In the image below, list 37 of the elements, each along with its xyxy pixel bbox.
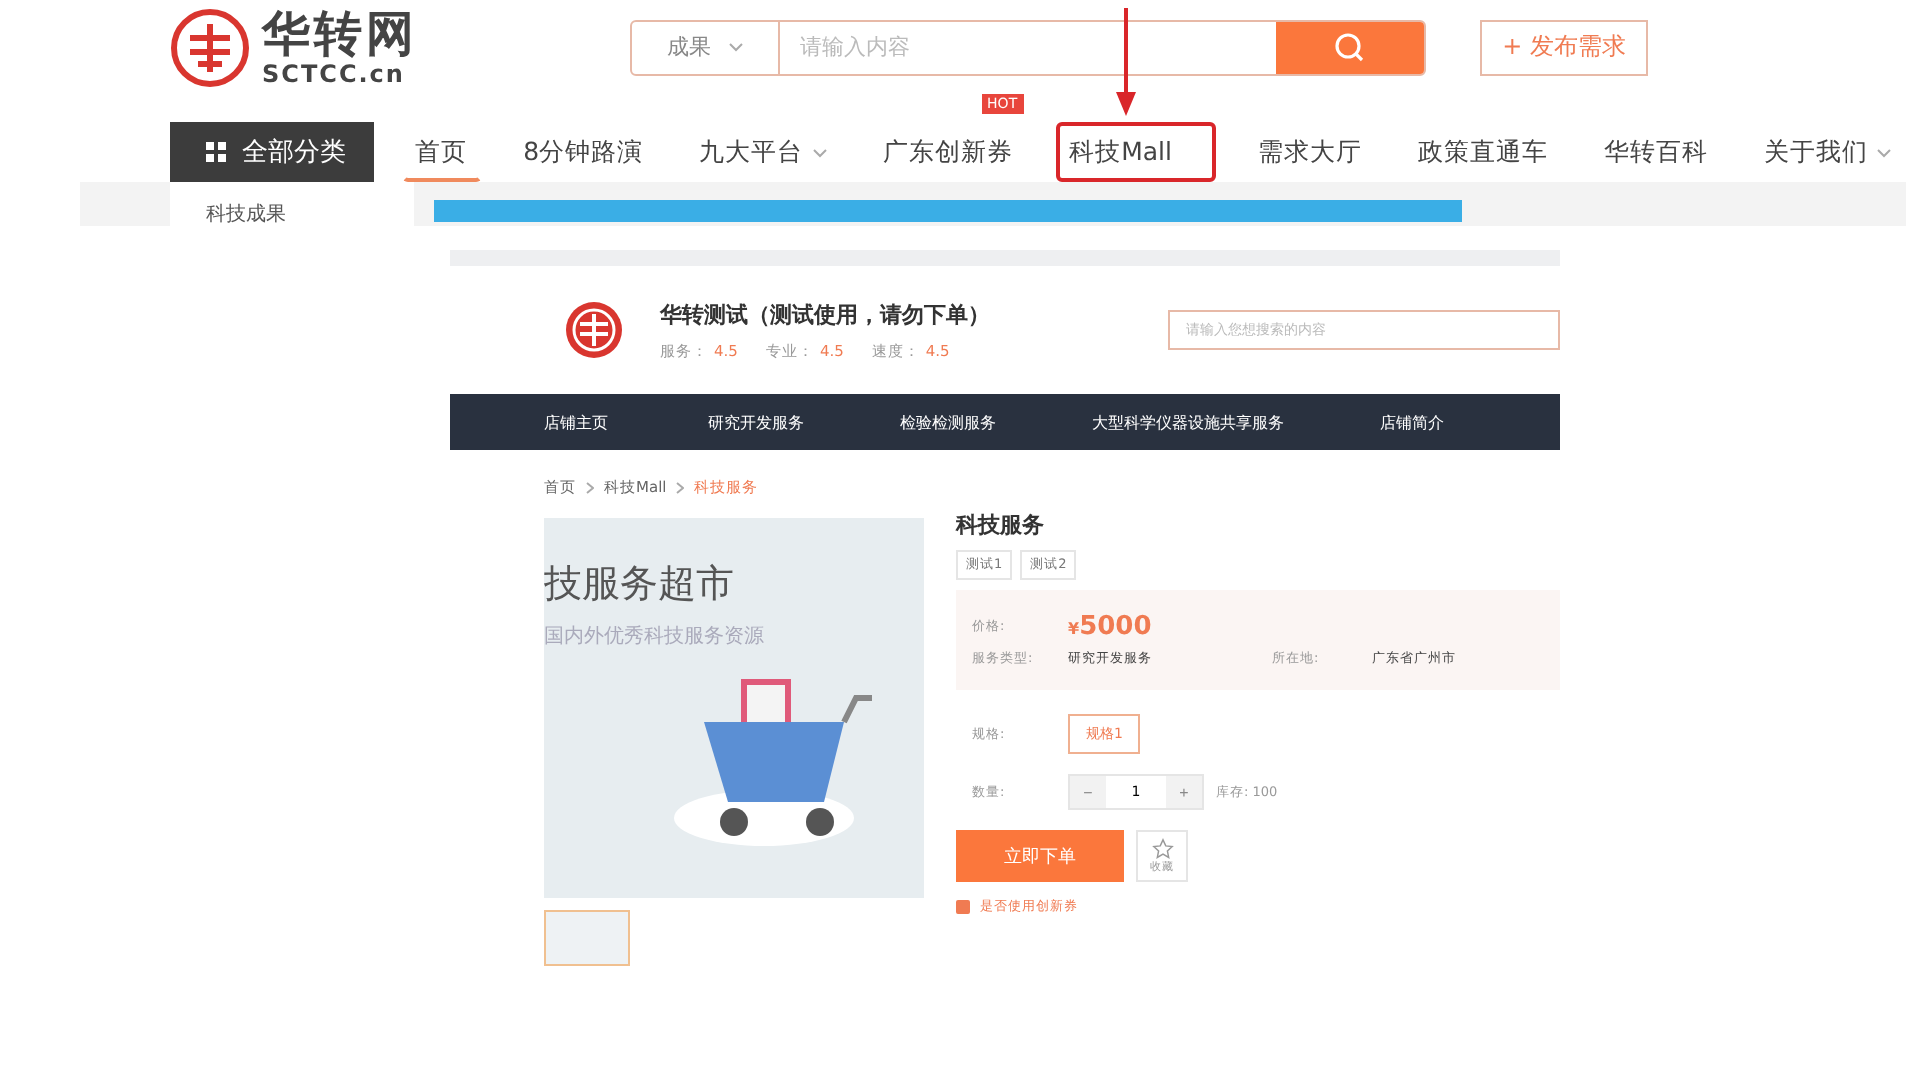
search-bar[interactable]: 成果 请输入内容 (630, 19, 1426, 75)
nav-tab[interactable]: 关于我们 (1750, 122, 1906, 182)
store-name: 华转测试（测试使用，请勿下单） (660, 299, 990, 329)
product-title: 科技服务 (956, 510, 1046, 540)
product-thumbnail[interactable] (544, 910, 630, 966)
logo-domain: SCTCC.cn (262, 61, 407, 85)
annotation-arrow (1114, 8, 1138, 120)
nav-tab[interactable]: 需求大厅 (1244, 122, 1376, 182)
banner-title: 技服务超市 (544, 560, 736, 610)
grid-icon (206, 142, 226, 162)
chevron-right-icon (586, 482, 594, 494)
chevron-icon (727, 42, 743, 52)
logo-icon (170, 7, 250, 87)
nav-tab[interactable]: 政策直通车 (1404, 122, 1562, 182)
price-value: ¥5000 (1068, 612, 1154, 642)
chevron-icon (811, 147, 828, 157)
nav-tab[interactable]: 8分钟路演 (509, 122, 658, 182)
nav-tab[interactable]: 华转百科 (1590, 122, 1722, 182)
store-nav-link[interactable]: 检验检测服务 (900, 411, 996, 433)
nav-tab[interactable]: 广东创新券 (869, 122, 1028, 182)
chevron-right-icon (676, 482, 685, 494)
star-icon (1151, 838, 1173, 860)
store-nav-link[interactable]: 研究开发服务 (708, 411, 804, 433)
store-nav-link[interactable]: 店铺简介 (1380, 411, 1444, 433)
nav-tab[interactable]: 科技Mall (1055, 122, 1216, 182)
banner-subtitle: 国内外优秀科技服务资源 (544, 623, 766, 650)
sidebar-item[interactable]: 科技成果 (206, 204, 286, 226)
store-nav-link[interactable]: 大型科学仪器设施共享服务 (1092, 411, 1284, 433)
search-button[interactable] (1276, 21, 1424, 73)
all-categories-label: 全部分类 (242, 136, 346, 170)
logo-name: 华转网 (262, 9, 418, 57)
chevron-icon (1876, 147, 1892, 157)
all-categories-button[interactable]: 全部分类 (170, 122, 374, 182)
search-icon (1334, 31, 1366, 63)
nav-tab[interactable]: 九大平台 (685, 122, 842, 182)
store-logo-icon (564, 300, 624, 360)
store-nav-link[interactable]: 店铺主页 (544, 411, 608, 433)
